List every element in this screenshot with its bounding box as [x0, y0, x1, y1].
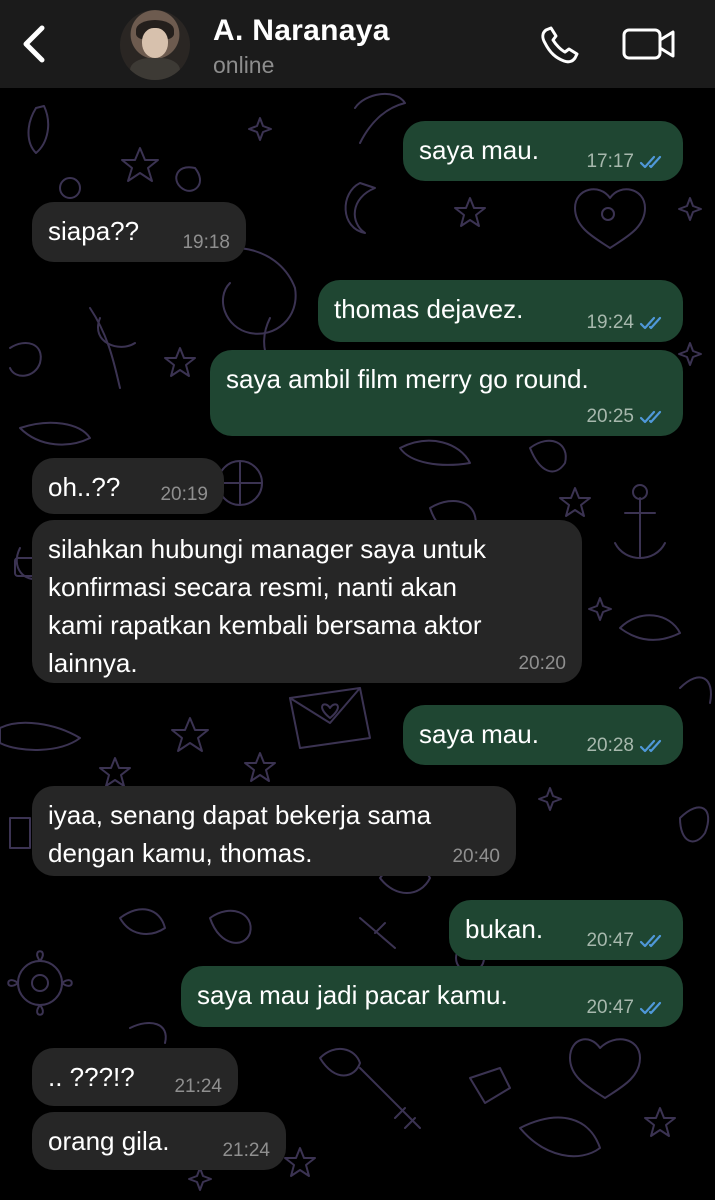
- message-time: 19:18: [182, 232, 230, 253]
- message-bubble[interactable]: bukan. 20:47: [449, 900, 683, 960]
- message-meta: 21:24: [174, 1076, 222, 1098]
- message-time: 19:24: [586, 312, 634, 333]
- message-meta: 17:17: [586, 151, 667, 173]
- message-bubble[interactable]: saya mau jadi pacar kamu. 20:47: [181, 966, 683, 1027]
- message-text: silahkan hubungi manager saya untuk konf…: [48, 534, 486, 678]
- message-time: 17:17: [586, 151, 634, 172]
- message-bubble[interactable]: saya mau. 20:28: [403, 705, 683, 765]
- message-text: iyaa, senang dapat bekerja sama dengan k…: [48, 800, 432, 868]
- read-ticks-icon: [639, 934, 662, 948]
- avatar-face: [142, 28, 168, 58]
- message-time: 20:47: [586, 997, 634, 1018]
- message-meta: 20:20: [518, 653, 566, 675]
- message-text: saya ambil film merry go round.: [226, 364, 589, 394]
- avatar[interactable]: [120, 10, 190, 80]
- message-bubble[interactable]: siapa?? 19:18: [32, 202, 246, 262]
- message-meta: 20:25: [586, 406, 667, 428]
- message-meta: 20:28: [586, 735, 667, 757]
- message-time: 21:24: [222, 1140, 270, 1161]
- message-meta: 21:24: [222, 1140, 270, 1162]
- message-bubble[interactable]: saya ambil film merry go round. 20:25: [210, 350, 683, 436]
- read-ticks-icon: [639, 410, 662, 424]
- message-bubble[interactable]: silahkan hubungi manager saya untuk konf…: [32, 520, 582, 683]
- message-meta: 19:18: [182, 232, 230, 254]
- chat-header: A. Naranaya online: [0, 0, 715, 89]
- message-meta: 20:47: [586, 997, 667, 1019]
- message-bubble[interactable]: orang gila. 21:24: [32, 1112, 286, 1170]
- message-time: 21:24: [174, 1076, 222, 1097]
- back-icon: [23, 25, 45, 63]
- message-time: 20:20: [518, 653, 566, 674]
- message-bubble[interactable]: iyaa, senang dapat bekerja sama dengan k…: [32, 786, 516, 876]
- message-bubble[interactable]: saya mau. 17:17: [403, 121, 683, 181]
- contact-name[interactable]: A. Naranaya: [213, 14, 390, 48]
- message-meta: 19:24: [586, 312, 667, 334]
- video-icon: [622, 28, 675, 60]
- read-ticks-icon: [639, 739, 662, 753]
- message-bubble[interactable]: .. ???!? 21:24: [32, 1048, 238, 1106]
- message-meta: 20:47: [586, 930, 667, 952]
- back-button[interactable]: [14, 22, 54, 66]
- message-bubble[interactable]: oh..?? 20:19: [32, 458, 224, 514]
- read-ticks-icon: [639, 1001, 662, 1015]
- read-ticks-icon: [639, 316, 662, 330]
- message-meta: 20:40: [452, 846, 500, 868]
- chat-area[interactable]: saya mau. 17:17 siapa?? 19:18 thomas dej…: [0, 88, 715, 1200]
- read-ticks-icon: [639, 155, 662, 169]
- phone-icon: [541, 26, 579, 64]
- message-bubble[interactable]: thomas dejavez. 19:24: [318, 280, 683, 342]
- message-time: 20:28: [586, 735, 634, 756]
- message-time: 20:19: [160, 484, 208, 505]
- message-time: 20:47: [586, 930, 634, 951]
- message-time: 20:40: [452, 846, 500, 867]
- voice-call-button[interactable]: [532, 18, 588, 70]
- message-time: 20:25: [586, 406, 634, 427]
- video-call-button[interactable]: [619, 18, 679, 70]
- contact-status: online: [213, 52, 275, 78]
- message-meta: 20:19: [160, 484, 208, 506]
- avatar-shirt: [130, 58, 180, 80]
